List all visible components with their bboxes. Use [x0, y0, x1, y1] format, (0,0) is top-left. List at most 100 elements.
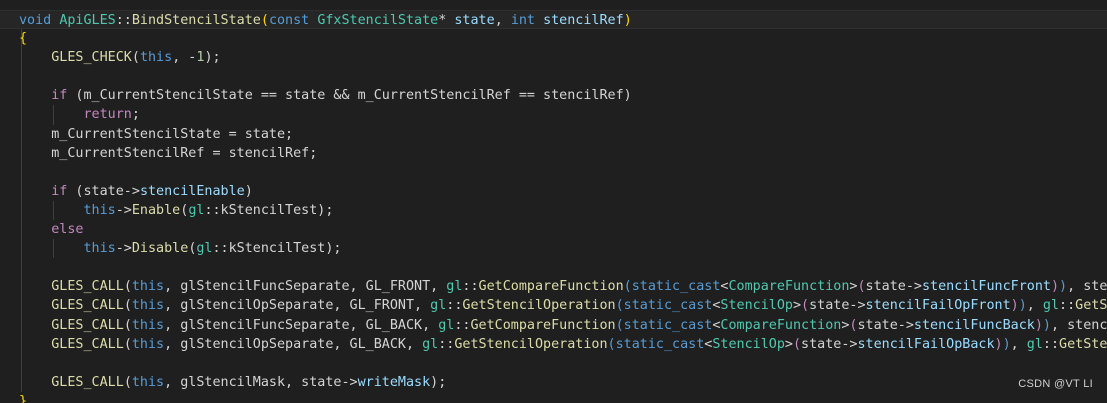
code-area[interactable]: void ApiGLES::BindStencilState(const Gfx… [0, 10, 1107, 403]
code-text: GLES_CALL(this, glStencilMask, state->wr… [0, 373, 446, 392]
code-token: GetStencilOperation [454, 336, 608, 352]
code-token: ( [123, 317, 132, 333]
code-token: ) [623, 13, 632, 28]
code-line[interactable]: GLES_CALL(this, glStencilOpSeparate, GL_… [0, 296, 1107, 316]
code-token: gl [446, 279, 463, 295]
code-line[interactable]: m_CurrentStencilRef = stencilRef; [0, 143, 1107, 163]
code-token: , [494, 13, 511, 28]
code-token: -> [115, 202, 132, 218]
code-token: static_cast [615, 336, 705, 352]
code-token: if [51, 88, 68, 104]
code-line[interactable]: else [0, 220, 1107, 240]
code-token: stencilFuncFront [921, 279, 1051, 295]
code-token: ) [1002, 336, 1011, 352]
code-line[interactable]: GLES_CALL(this, glStencilFuncSeparate, G… [0, 315, 1107, 335]
code-token: StencilOp [720, 298, 793, 314]
code-line[interactable] [0, 258, 1107, 278]
code-token: ( [123, 298, 132, 314]
code-token: gl [196, 241, 213, 257]
code-token: ApiGLES [59, 13, 116, 28]
code-text: m_CurrentStencilState = state; [0, 125, 293, 144]
code-token: ) [1034, 317, 1043, 333]
code-token: static_cast [623, 317, 713, 333]
code-line[interactable]: GLES_CALL(this, glStencilFuncSeparate, G… [0, 277, 1107, 297]
code-line[interactable]: if (state->stencilEnable) [0, 181, 1107, 201]
code-token: ) [1050, 279, 1060, 295]
code-token: CompareFunction [720, 317, 842, 333]
code-token: m_CurrentStencilRef = stencilRef; [19, 145, 318, 161]
code-token: , [1010, 336, 1027, 352]
code-text: GLES_CALL(this, glStencilFuncSeparate, G… [0, 316, 1107, 335]
code-token: ) [1018, 298, 1027, 314]
code-text: void ApiGLES::BindStencilState(const Gfx… [0, 11, 632, 30]
code-line[interactable]: this->Disable(gl::kStencilTest); [0, 239, 1107, 259]
code-token: if [51, 183, 68, 199]
code-token: > [792, 298, 802, 314]
code-token: , glStencilFuncSeparate, GL_BACK, [164, 317, 439, 333]
code-token: static_cast [631, 279, 721, 295]
code-token: state-> [809, 298, 866, 314]
code-token: StencilOp [712, 336, 785, 352]
code-token: Disable [131, 241, 189, 257]
code-token: , glStencilOpSeparate, GL_BACK, [164, 336, 423, 352]
code-line[interactable]: m_CurrentStencilState = state; [0, 124, 1107, 144]
code-editor[interactable]: void ApiGLES::BindStencilState(const Gfx… [0, 0, 1107, 403]
code-token: ( [623, 279, 632, 295]
code-token: BindStencilState [131, 13, 261, 28]
code-token: GLES_CALL [51, 336, 124, 352]
code-token: stencilFailOpFront [865, 298, 1011, 314]
code-line[interactable]: return; [0, 105, 1107, 125]
code-line[interactable]: void ApiGLES::BindStencilState(const Gfx… [0, 10, 1107, 30]
code-token: ::kStencilTest); [212, 241, 342, 257]
code-token: , glStencilFuncSeparate, GL_FRONT, [164, 279, 447, 295]
code-line[interactable]: GLES_CALL(this, glStencilMask, state->wr… [0, 372, 1107, 392]
code-token: :: [462, 279, 479, 295]
code-text: m_CurrentStencilRef = stencilRef; [0, 144, 317, 163]
code-token: (state-> [67, 183, 140, 199]
code-token: this [83, 241, 116, 257]
code-line[interactable]: { [0, 29, 1107, 49]
code-token: , glStencilMask, state-> [164, 374, 358, 390]
code-token: GLES_CALL [51, 374, 124, 390]
code-line[interactable]: } [0, 392, 1107, 403]
code-line[interactable]: this->Enable(gl::kStencilTest); [0, 200, 1107, 221]
code-token: this [131, 374, 165, 390]
code-token: :: [438, 336, 455, 352]
code-token: this [139, 50, 173, 66]
code-line[interactable]: if (m_CurrentStencilState == state && m_… [0, 86, 1107, 106]
code-token: (m_CurrentStencilState == state && m_Cur… [67, 88, 632, 104]
indent-guide [21, 258, 22, 278]
code-token: GLES_CALL [51, 279, 124, 295]
watermark: CSDN @VT LI [1018, 378, 1093, 390]
code-line[interactable] [0, 162, 1107, 182]
indent-guide [21, 67, 22, 87]
code-token: :: [1042, 336, 1060, 352]
code-token: GfxStencilState [317, 13, 439, 28]
code-token: ( [123, 279, 132, 295]
code-token: ); [430, 374, 447, 390]
code-line[interactable] [0, 67, 1107, 87]
code-line[interactable]: GLES_CALL(this, glStencilOpSeparate, GL_… [0, 334, 1107, 354]
code-token: state-> [865, 279, 922, 295]
code-line[interactable] [0, 353, 1107, 373]
code-token: this [131, 279, 165, 295]
code-token: ( [792, 336, 802, 352]
code-token: ( [123, 336, 132, 352]
code-token: ) [244, 183, 253, 199]
code-token: , glStencilOpSeparate, GL_FRONT, [164, 298, 431, 314]
code-token: , [1026, 298, 1043, 314]
code-text: if (state->stencilEnable) [0, 182, 253, 201]
code-line[interactable]: GLES_CHECK(this, -1); [0, 48, 1107, 68]
code-text: if (m_CurrentStencilState == state && m_… [0, 86, 632, 105]
code-token: gl [438, 317, 455, 333]
code-token: ( [123, 374, 132, 390]
code-token: GetStencilOperation [462, 298, 616, 314]
code-token: const [268, 13, 310, 28]
code-token: stencilFuncBack [913, 317, 1035, 333]
